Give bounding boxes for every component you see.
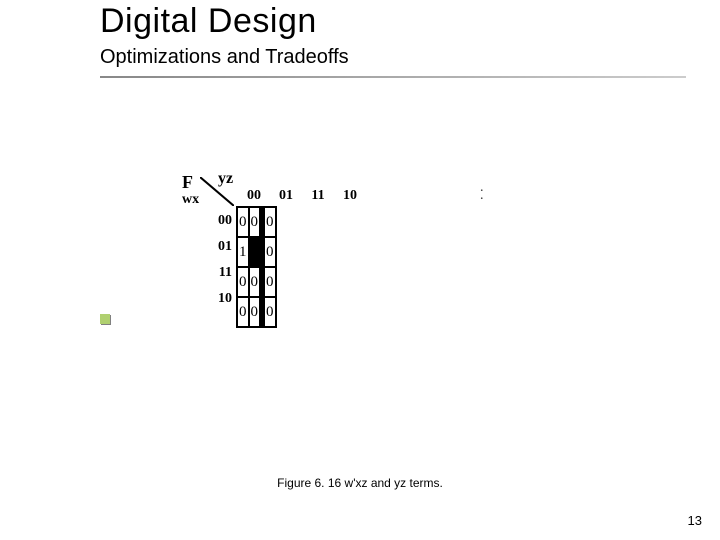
kmap-cell: 0 (264, 207, 276, 237)
kmap-cell: 1 (237, 237, 249, 267)
kmap-row-var-label: wx (182, 192, 199, 208)
kmap-cell: 0 (237, 267, 249, 297)
page-subtitle: Optimizations and Tradeoffs (100, 46, 349, 69)
kmap-cell: 0 (264, 237, 276, 267)
kmap-row-headers: 00 01 11 10 (212, 208, 232, 312)
header-divider (100, 76, 686, 78)
bullet-icon (100, 314, 110, 324)
kmap-cell: 0 (264, 297, 276, 327)
kmap-col-header: 10 (334, 188, 366, 204)
kmap-cell: 0 (249, 297, 261, 327)
kmap-row-header: 10 (212, 286, 232, 312)
kmap-col-headers: 00 01 11 10 (238, 188, 366, 204)
kmap-output-label: F (182, 172, 193, 193)
page-number: 13 (688, 513, 702, 528)
kmap-col-header: 01 (270, 188, 302, 204)
kmap-col-header: 11 (302, 188, 334, 204)
kmap-row-header: 00 (212, 208, 232, 234)
kmap-cell: 0 (237, 297, 249, 327)
stray-dots: .. (480, 184, 484, 200)
kmap-cell: 0 (237, 207, 249, 237)
kmap-row-header: 01 (212, 234, 232, 260)
kmap-cell: 0 (249, 267, 261, 297)
kmap-cell: 0 (264, 267, 276, 297)
kmap-col-header: 00 (238, 188, 270, 204)
page-title: Digital Design (100, 2, 317, 41)
kmap-cell (249, 237, 261, 267)
kmap-row-header: 11 (212, 260, 232, 286)
kmap-cell: 0 (249, 207, 261, 237)
figure-caption: Figure 6. 16 w'xz and yz terms. (0, 476, 720, 490)
kmap-diagonal-line (200, 177, 234, 206)
kmap-grid: 00010000000 (236, 206, 277, 328)
